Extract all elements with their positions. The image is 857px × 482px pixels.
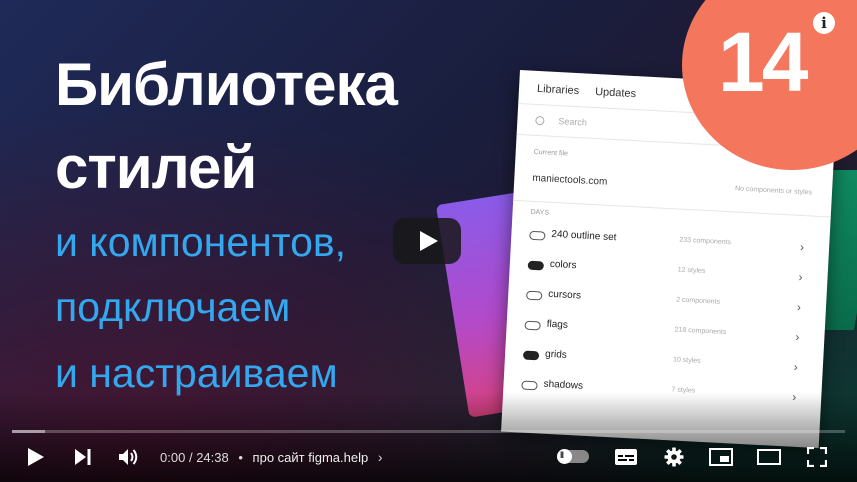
miniplayer-button[interactable] [705,441,737,473]
progress-bar[interactable] [12,430,845,433]
panel-current-file-note: No components or styles [734,185,813,197]
panel-divider [513,199,831,218]
settings-icon [664,447,684,467]
library-name: shadows [543,378,584,392]
library-count: 2 components [675,296,721,306]
thumbnail-subtitle-line3: и настраиваем [55,350,338,396]
miniplayer-icon [709,448,733,466]
chevron-right-icon: › [795,329,800,344]
large-play-button[interactable] [393,218,461,264]
panel-library-row: 240 outline set 233 components › [529,227,805,263]
toggle-icon [524,320,541,331]
play-icon [28,448,44,466]
panel-section-label: DAYS [530,208,550,217]
next-button[interactable] [67,441,99,473]
panel-library-row: colors 12 styles › [527,257,803,293]
time-total: 24:38 [196,450,229,465]
library-name: cursors [548,288,582,302]
panel-tab-updates: Updates [594,85,637,101]
progress-buffered [12,430,46,433]
time-display: 0:00 / 24:38 • про сайт figma.help › [160,449,383,465]
subtitles-button[interactable] [610,441,642,473]
panel-library-row: cursors 2 components › [525,287,802,323]
next-icon [75,449,91,465]
theater-mode-button[interactable] [753,441,785,473]
theater-icon [757,449,781,465]
chevron-right-icon: › [799,239,805,255]
play-button[interactable] [20,441,52,473]
autoplay-toggle[interactable] [557,449,589,464]
chevron-right-icon: › [793,359,799,374]
library-count: 218 components [674,326,727,337]
chevron-right-icon: › [796,299,802,315]
time-separator: / [188,450,193,465]
panel-current-file-name: maniectools.com [532,172,608,188]
subtitles-icon [615,449,637,465]
panel-tabs: Libraries Updates [537,83,637,100]
episode-number: 14 [718,15,808,109]
thumbnail-subtitle-line1: и компонентов, [55,219,347,265]
volume-icon [119,449,138,465]
toggle-icon [527,260,545,271]
toggle-icon [525,290,543,301]
toggle-icon [522,350,540,361]
chapter-dot: • [238,450,243,465]
video-player[interactable]: Libraries Updates Search Current file ma… [0,0,857,482]
autoplay-knob [557,449,572,464]
library-name: colors [549,258,577,272]
chapter-title[interactable]: про сайт figma.help [253,450,369,465]
search-icon [535,115,545,125]
library-name: 240 outline set [551,228,617,244]
library-count: 233 components [679,236,732,247]
toggle-icon [521,380,538,391]
panel-tab-libraries: Libraries [536,82,580,98]
panel-library-row: grids 10 styles › [522,347,798,383]
volume-button[interactable] [113,441,145,473]
thumbnail-title-line2: стилей [55,134,257,201]
panel-library-row: flags 218 components › [524,317,800,353]
library-count: 10 styles [672,356,701,365]
panel-current-file: maniectools.com No components or styles [532,173,812,199]
fullscreen-icon [807,447,827,467]
thumbnail-subtitle-line2: подключаем [55,284,291,330]
chevron-right-icon: › [798,269,803,285]
thumbnail-title-line1: Библиотека [55,51,398,118]
fullscreen-button[interactable] [801,441,833,473]
library-name: flags [546,318,569,331]
settings-button[interactable] [658,441,690,473]
info-icon[interactable]: i [813,12,835,34]
panel-current-file-label: Current file [533,148,569,158]
time-current: 0:00 [160,450,186,465]
library-count: 12 styles [677,266,706,275]
toggle-icon [529,230,546,241]
library-name: grids [544,348,568,361]
panel-search: Search [535,115,587,128]
panel-search-placeholder: Search [558,116,588,128]
chevron-right-icon[interactable]: › [378,449,383,465]
